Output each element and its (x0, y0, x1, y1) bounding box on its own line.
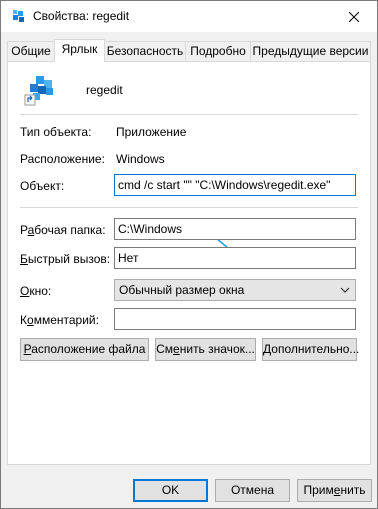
open-file-location-button[interactable]: Расположение файла (20, 338, 149, 361)
target-label: Объект: (20, 179, 65, 193)
title-bar[interactable]: Свойства: regedit (1, 1, 377, 32)
tab-details[interactable]: Подробно (185, 41, 251, 61)
ok-button[interactable]: OK (133, 479, 208, 502)
tab-shortcut[interactable]: Ярлык (54, 39, 105, 62)
shortcut-panel: regedit Тип объекта: Приложение Располож… (7, 61, 371, 465)
location-value: Windows (116, 152, 165, 166)
hotkey-field[interactable]: Нет (114, 247, 356, 269)
start-in-value: C:\Windows (118, 222, 183, 236)
target-field[interactable]: cmd /c start "" "C:\Windows\regedit.exe" (114, 174, 356, 196)
type-value: Приложение (116, 125, 187, 139)
start-in-label: Рабочая папка: (20, 223, 106, 237)
divider (20, 114, 358, 115)
regedit-large-icon (24, 76, 53, 106)
cancel-button[interactable]: Отмена (215, 479, 290, 502)
properties-window: Свойства: regedit Общие Ярлык Безопаснос… (0, 0, 378, 509)
hotkey-label: Быстрый вызов: (20, 252, 111, 266)
shortcut-name: regedit (86, 83, 123, 97)
location-label: Расположение: (20, 152, 105, 166)
target-value: cmd /c start "" "C:\Windows\regedit.exe" (118, 178, 331, 192)
tab-previous-versions[interactable]: Предыдущие версии (250, 41, 371, 61)
tab-general[interactable]: Общие (7, 41, 55, 61)
divider (20, 207, 358, 208)
chevron-down-icon (340, 287, 350, 293)
regedit-icon (13, 10, 24, 22)
advanced-button[interactable]: Дополнительно... (262, 338, 359, 361)
close-button[interactable] (331, 1, 377, 32)
run-label: Окно: (20, 284, 52, 298)
close-icon (349, 11, 359, 22)
window-title: Свойства: regedit (33, 9, 130, 23)
type-label: Тип объекта: (20, 125, 92, 139)
run-mode-select[interactable]: Обычный размер окна (114, 279, 356, 301)
tab-strip: Общие Ярлык Безопасность Подробно Предыд… (7, 39, 371, 62)
run-mode-value: Обычный размер окна (119, 283, 245, 297)
tab-security[interactable]: Безопасность (104, 41, 186, 61)
apply-button[interactable]: Применить (297, 479, 372, 502)
start-in-field[interactable]: C:\Windows (114, 218, 356, 240)
comment-field[interactable] (114, 308, 356, 330)
comment-label: Комментарий: (20, 313, 99, 327)
change-icon-button[interactable]: Сменить значок... (155, 338, 256, 361)
hotkey-value: Нет (118, 251, 139, 265)
